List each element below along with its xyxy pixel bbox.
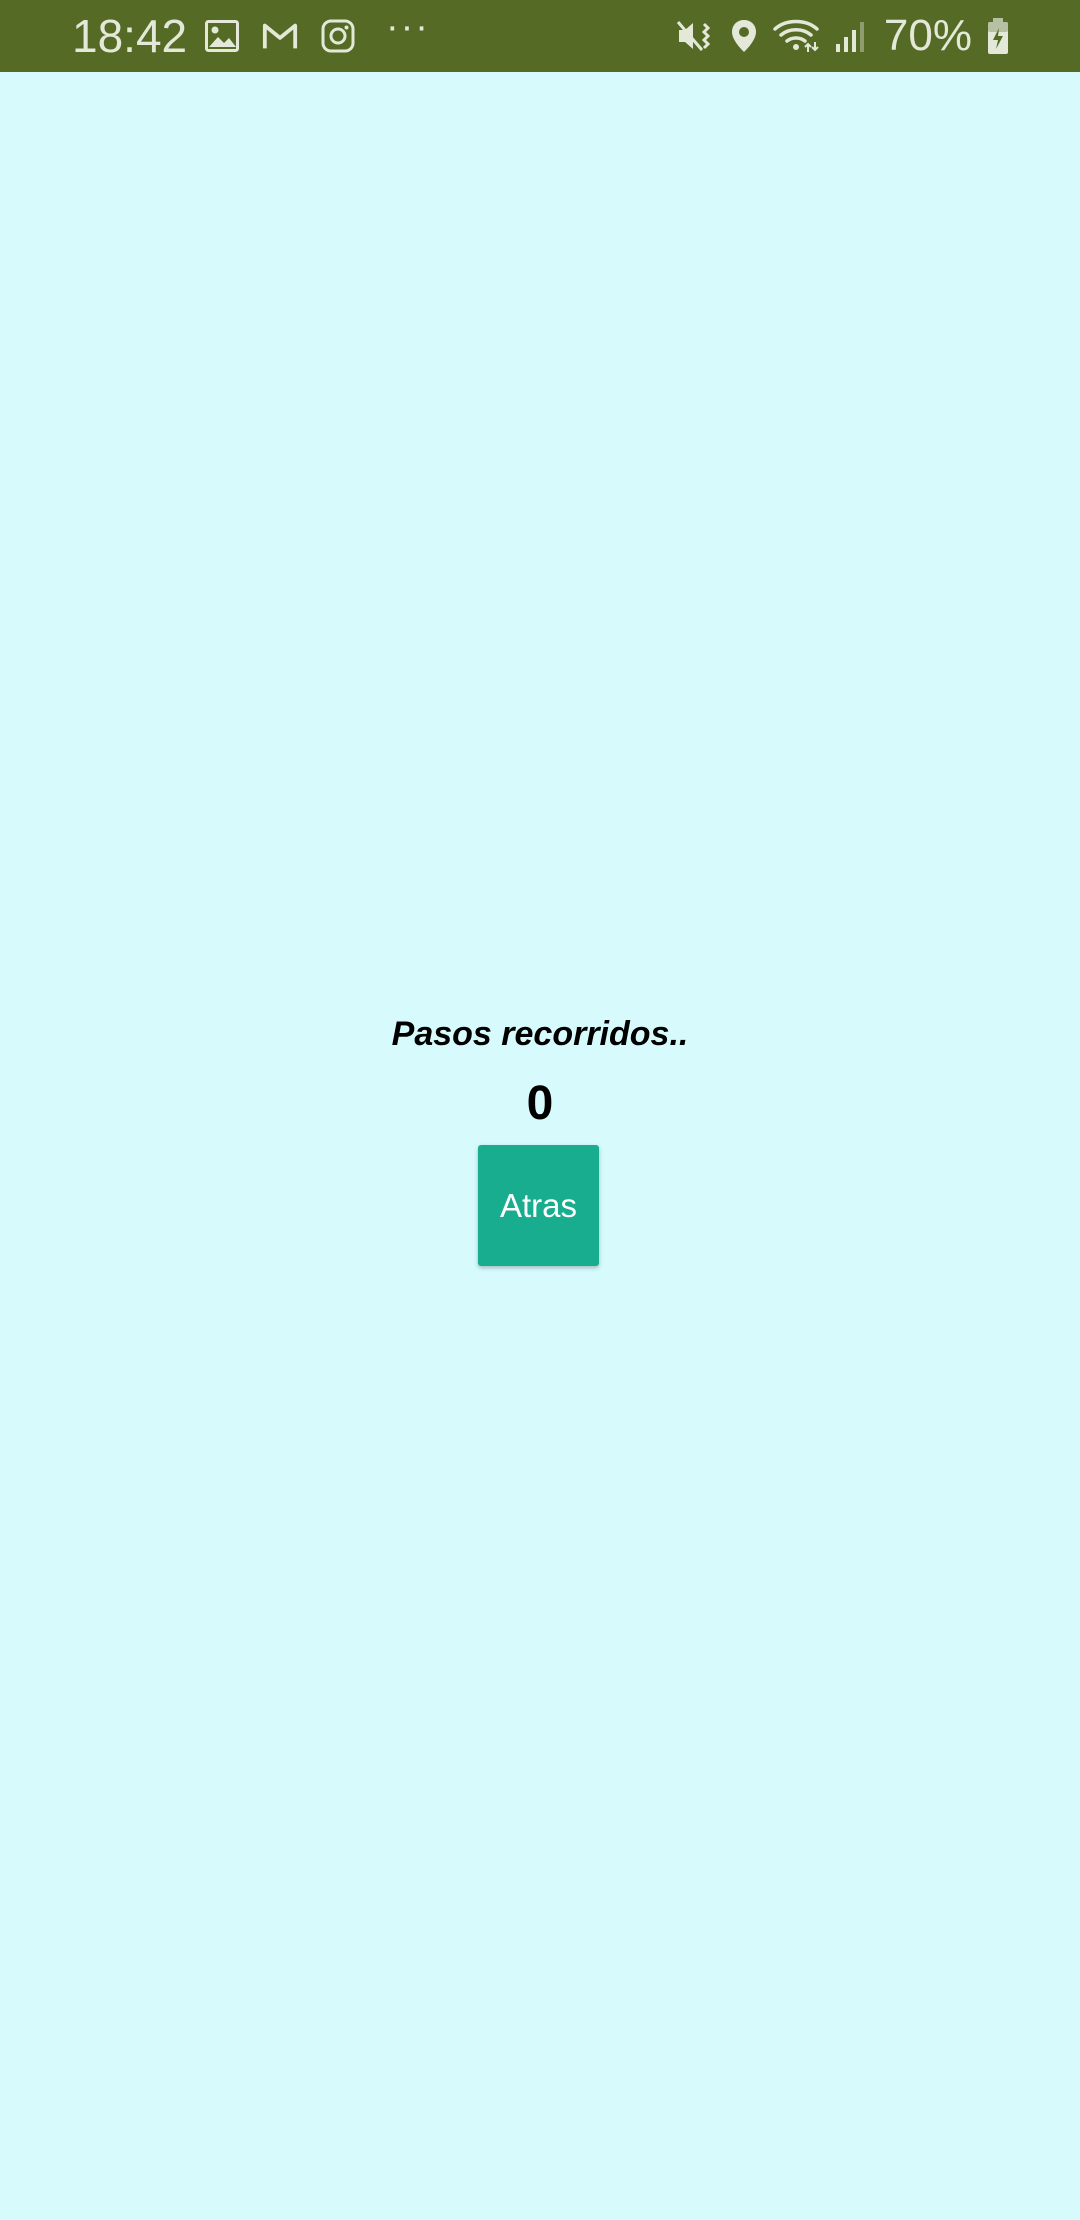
- steps-count: 0: [526, 1077, 554, 1130]
- main-content: Pasos recorridos.. 0 Atras: [0, 72, 1080, 2220]
- steps-label: Pasos recorridos..: [391, 1015, 689, 1053]
- signal-icon: [834, 18, 868, 54]
- wifi-icon: [772, 18, 820, 54]
- notification-icons: [204, 18, 356, 54]
- gallery-icon: [204, 18, 240, 54]
- back-button[interactable]: Atras: [478, 1145, 599, 1266]
- gmail-icon: [262, 18, 298, 54]
- status-time: 18:42: [72, 10, 188, 62]
- battery-percentage: 70%: [883, 11, 972, 60]
- mute-vibrate-icon: [676, 18, 716, 54]
- battery-charging-icon: [986, 17, 1010, 55]
- status-bar: 18:42 ··· 70%: [0, 0, 1080, 72]
- system-status-icons: 70%: [676, 12, 1010, 60]
- instagram-icon: [320, 18, 356, 54]
- location-icon: [730, 18, 758, 54]
- more-notifications-indicator: ···: [386, 6, 430, 48]
